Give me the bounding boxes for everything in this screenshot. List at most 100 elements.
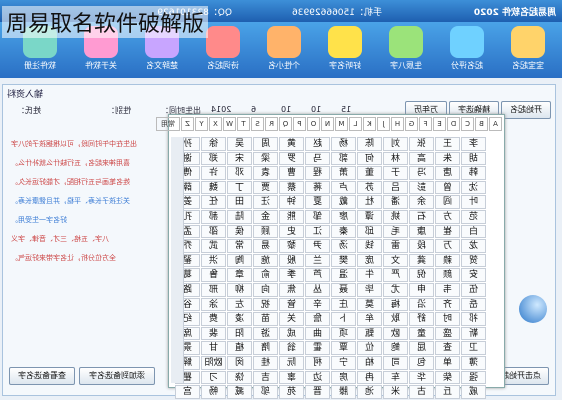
surname-cell[interactable]: 彭 — [409, 180, 434, 195]
surname-cell[interactable]: 邬 — [253, 385, 278, 399]
surname-cell[interactable]: 鲁 — [201, 268, 226, 282]
surname-cell[interactable]: 夏 — [305, 195, 330, 209]
letter-tab[interactable]: W — [223, 117, 236, 131]
view-candidates-button[interactable]: 查看备选名字 — [9, 367, 75, 385]
surname-cell[interactable]: 姚 — [383, 209, 408, 224]
surname-cell[interactable]: 宋 — [227, 151, 252, 166]
surname-cell[interactable]: 汤 — [331, 239, 356, 253]
toolbar-button-0[interactable]: 宝宝起名 — [500, 24, 556, 76]
surname-cell[interactable]: 温 — [331, 268, 356, 282]
surname-cell[interactable]: 吴 — [227, 137, 252, 151]
surname-cell[interactable]: 蒋 — [305, 180, 330, 195]
surname-cell[interactable]: 祝 — [253, 297, 278, 312]
letter-tab[interactable]: C — [461, 117, 474, 131]
surname-cell[interactable]: 车 — [383, 370, 408, 385]
surname-cell[interactable]: 邓 — [227, 166, 252, 180]
toolbar-button-4[interactable]: 个性小名 — [256, 24, 312, 76]
surname-cell[interactable]: 曹 — [279, 166, 304, 180]
letter-tab[interactable]: 常用 — [156, 117, 180, 131]
surname-cell[interactable]: 毕 — [357, 282, 382, 297]
surname-cell[interactable]: 卫 — [461, 341, 486, 355]
surname-cell[interactable]: 卜 — [331, 312, 356, 326]
surname-cell[interactable]: 朱 — [435, 151, 460, 166]
surname-cell[interactable]: 林 — [383, 151, 408, 166]
surname-cell[interactable]: 田 — [227, 195, 252, 209]
surname-cell[interactable]: 詹 — [305, 312, 330, 326]
surname-cell[interactable]: 强 — [461, 370, 486, 385]
surname-cell[interactable]: 房 — [331, 370, 356, 385]
surname-cell[interactable]: 屈 — [409, 341, 434, 355]
letter-tab[interactable]: M — [335, 117, 348, 131]
surname-cell[interactable]: 闵 — [227, 355, 252, 370]
surname-cell[interactable]: 伍 — [461, 282, 486, 297]
surname-cell[interactable]: 康 — [409, 224, 434, 239]
surname-cell[interactable]: 包 — [409, 355, 434, 370]
surname-cell[interactable]: 刁 — [201, 370, 226, 385]
surname-cell[interactable]: 边 — [305, 370, 330, 385]
surname-cell[interactable]: 万 — [435, 239, 460, 253]
surname-cell[interactable]: 洪 — [201, 253, 226, 268]
surname-cell[interactable]: 徐 — [201, 137, 226, 151]
surname-cell[interactable]: 高 — [409, 151, 434, 166]
surname-cell[interactable]: 芦 — [305, 268, 330, 282]
surname-cell[interactable]: 俞 — [253, 268, 278, 282]
surname-cell[interactable]: 柏 — [357, 355, 382, 370]
surname-cell[interactable]: 畅 — [201, 385, 226, 399]
letter-tab[interactable]: Q — [279, 117, 292, 131]
surname-cell[interactable]: 牟 — [357, 312, 382, 326]
surname-cell[interactable]: 马 — [305, 151, 330, 166]
surname-cell[interactable]: 王 — [435, 137, 460, 151]
letter-tab[interactable]: S — [251, 117, 264, 131]
surname-cell[interactable]: 左 — [227, 297, 252, 312]
surname-cell[interactable]: 段 — [409, 239, 434, 253]
surname-cell[interactable]: 曲 — [305, 326, 330, 341]
surname-cell[interactable]: 凌 — [227, 312, 252, 326]
surname-cell[interactable]: 丛 — [305, 282, 330, 297]
surname-cell[interactable]: 靳 — [461, 326, 486, 341]
surname-cell[interactable]: 阮 — [279, 355, 304, 370]
surname-cell[interactable]: 柯 — [305, 355, 330, 370]
surname-cell[interactable]: 宫 — [175, 385, 200, 399]
surname-cell[interactable]: 罗 — [279, 151, 304, 166]
surname-cell[interactable]: 雷 — [383, 239, 408, 253]
surname-cell[interactable]: 何 — [357, 151, 382, 166]
surname-cell[interactable]: 刘 — [383, 137, 408, 151]
letter-tab[interactable]: F — [419, 117, 432, 131]
surname-cell[interactable]: 文 — [383, 253, 408, 268]
surname-cell[interactable]: 杨 — [331, 137, 356, 151]
surname-cell[interactable]: 时 — [435, 312, 460, 326]
surname-cell[interactable]: 季 — [279, 268, 304, 282]
surname-cell[interactable]: 申 — [409, 282, 434, 297]
surname-cell[interactable]: 丁 — [227, 180, 252, 195]
surname-cell[interactable]: 金 — [253, 209, 278, 224]
add-candidate-button[interactable]: 添加到备选名字 — [79, 367, 155, 385]
surname-cell[interactable]: 安 — [461, 268, 486, 282]
surname-cell[interactable]: 廖 — [331, 209, 356, 224]
letter-tab[interactable]: T — [237, 117, 250, 131]
surname-cell[interactable]: 梁 — [253, 151, 278, 166]
surname-cell[interactable]: 樊 — [331, 253, 356, 268]
surname-cell[interactable]: 范 — [461, 209, 486, 224]
surname-cell[interactable]: 阳 — [227, 326, 252, 341]
surname-cell[interactable]: 黎 — [279, 239, 304, 253]
surname-cell[interactable]: 翁 — [279, 341, 304, 355]
surname-cell[interactable]: 沈 — [461, 180, 486, 195]
surname-cell[interactable]: 于 — [383, 166, 408, 180]
surname-cell[interactable]: 颜 — [435, 268, 460, 282]
surname-cell[interactable]: 顾 — [253, 224, 278, 239]
surname-cell[interactable]: 白 — [461, 224, 486, 239]
surname-cell[interactable]: 庞 — [357, 253, 382, 268]
letter-tab[interactable]: J — [377, 117, 390, 131]
surname-cell[interactable]: 崔 — [435, 224, 460, 239]
surname-cell[interactable]: 司 — [383, 355, 408, 370]
surname-cell[interactable]: 单 — [435, 355, 460, 370]
surname-cell[interactable]: 熊 — [279, 209, 304, 224]
surname-cell[interactable]: 尤 — [383, 282, 408, 297]
hour-select[interactable]: 10 — [311, 105, 321, 114]
letter-tab[interactable]: P — [293, 117, 306, 131]
surname-cell[interactable]: 丘 — [435, 385, 460, 399]
surname-cell[interactable]: 苏 — [357, 180, 382, 195]
surname-cell[interactable]: 管 — [279, 297, 304, 312]
surname-cell[interactable]: 周 — [253, 137, 278, 151]
surname-cell[interactable]: 位 — [357, 341, 382, 355]
